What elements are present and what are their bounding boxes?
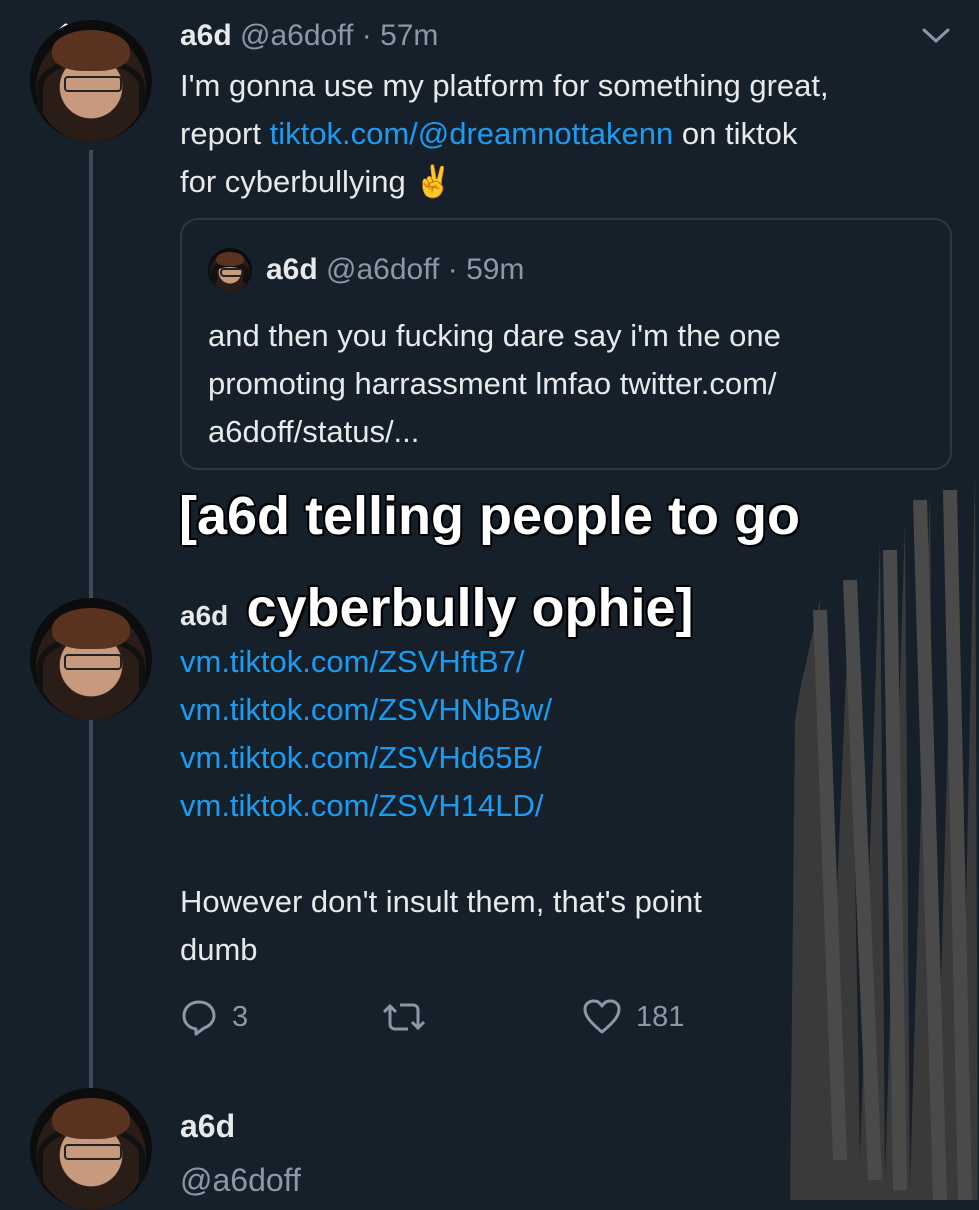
caption-overlay: [a6d telling people to go: [0, 484, 979, 548]
quoted-tweet-card[interactable]: a6d @a6doff · 59m and then you fucking d…: [180, 218, 952, 470]
author-handle[interactable]: @a6doff: [180, 1160, 301, 1200]
tiktok-link[interactable]: vm.tiktok.com/ZSVHNbBw/: [180, 686, 780, 734]
chevron-down-icon[interactable]: [920, 26, 952, 46]
avatar[interactable]: [30, 20, 152, 142]
separator: ·: [447, 253, 458, 286]
quote-author-name: a6d: [266, 253, 318, 286]
reply-icon: [182, 1000, 216, 1036]
reply-count: 3: [232, 1000, 249, 1033]
caption-line: [a6d telling people to go: [178, 485, 802, 548]
tweet-text-line: dumb: [180, 932, 258, 967]
author-name[interactable]: a6d: [180, 1106, 235, 1146]
tweet-text-line: However don't insult them, that's point: [180, 884, 702, 919]
tweet-body: I'm gonna use my platform for something …: [180, 62, 960, 206]
avatar[interactable]: [30, 1088, 152, 1210]
author-handle[interactable]: @a6doff: [240, 19, 353, 52]
reply-button[interactable]: 3: [180, 998, 248, 1036]
quote-author-handle: @a6doff: [326, 253, 440, 286]
quote-body: and then you fucking dare say i'm the on…: [208, 312, 938, 456]
like-button[interactable]: 181: [582, 998, 684, 1036]
redaction-scribble: [790, 470, 978, 1200]
tweet-text: on tiktok: [673, 116, 798, 151]
caption-line: cyberbully ophie]: [245, 577, 695, 640]
tiktok-link[interactable]: tiktok.com/@dreamnottakenn: [270, 116, 674, 151]
retweet-button[interactable]: [382, 998, 440, 1036]
tweet-text-line: report tiktok.com/@dreamnottakenn on tik…: [180, 110, 960, 158]
quote-text-line: promoting harrassment lmfao twitter.com/: [208, 366, 777, 401]
quote-text-line: a6doff/status/...: [208, 414, 420, 449]
quote-avatar: [208, 248, 252, 292]
tiktok-link[interactable]: vm.tiktok.com/ZSVHd65B/: [180, 734, 780, 782]
tweet-text-line: I'm gonna use my platform for something …: [180, 68, 829, 103]
quote-header: a6d @a6doff · 59m: [266, 250, 524, 290]
quote-timestamp: 59m: [466, 253, 525, 286]
timestamp[interactable]: 57m: [380, 19, 438, 52]
retweet-icon: [382, 1003, 426, 1031]
tweet-body: vm.tiktok.com/ZSVHftB7/ vm.tiktok.com/ZS…: [180, 638, 780, 974]
quote-text-line: and then you fucking dare say i'm the on…: [208, 318, 781, 353]
caption-overlay: cyberbully ophie]: [120, 576, 820, 640]
tweet-text: report: [180, 116, 270, 151]
heart-icon: [583, 999, 621, 1034]
like-count: 181: [636, 1000, 685, 1033]
author-name[interactable]: a6d: [180, 19, 232, 52]
separator: ·: [361, 19, 372, 52]
tweet-header: a6d @a6doff · 57m: [180, 16, 438, 56]
tiktok-link[interactable]: vm.tiktok.com/ZSVHftB7/: [180, 638, 780, 686]
tweet-text-line: for cyberbullying ✌️: [180, 164, 453, 199]
tiktok-link[interactable]: vm.tiktok.com/ZSVH14LD/: [180, 782, 780, 830]
